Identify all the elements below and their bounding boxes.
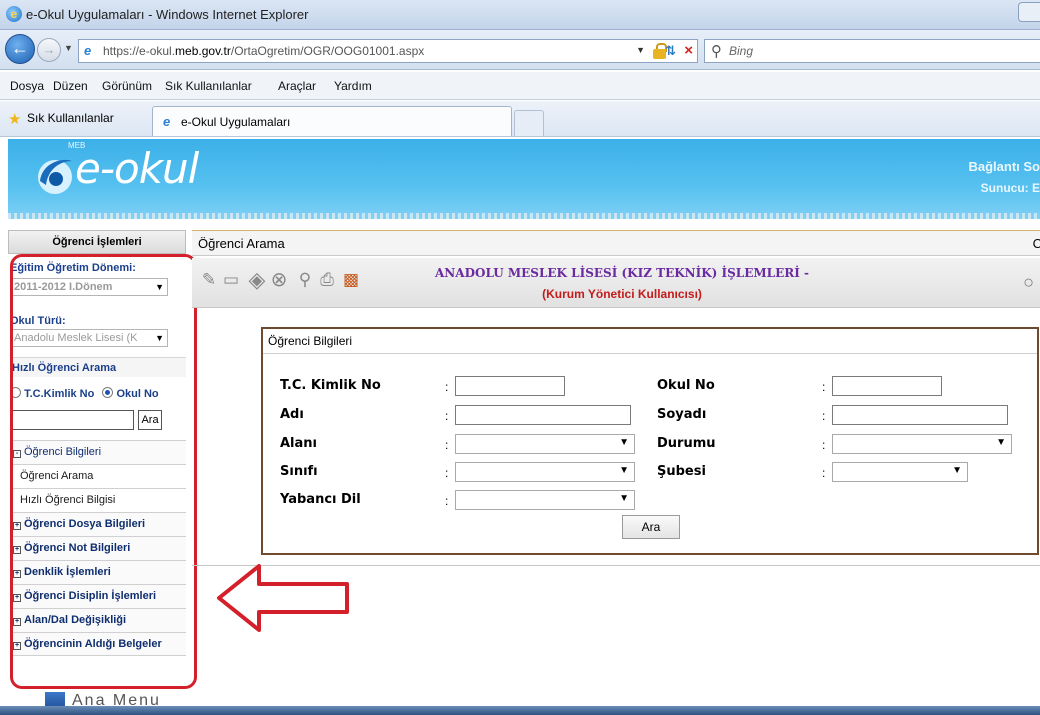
content-title-bar: Öğrenci Arama C	[192, 230, 1040, 256]
school-title: ANADOLU MESLEK LİSESİ (KIZ TEKNİK) İŞLEM…	[435, 266, 809, 280]
window-title: e-Okul Uygulamaları - Windows Internet E…	[26, 7, 309, 22]
server-status: Sunucu: E	[980, 181, 1040, 195]
stop-icon[interactable]: ×	[684, 42, 693, 59]
menu-item-dosya[interactable]: Dosya	[10, 79, 44, 93]
minimize-button[interactable]	[1018, 2, 1040, 22]
subesi-select[interactable]: ▼	[832, 462, 968, 482]
menu-bar: Dosya Düzen Görünüm Sık Kullanılanlar Ar…	[0, 72, 1040, 100]
history-dropdown-icon[interactable]: ▼	[64, 43, 73, 53]
sinifi-label: Sınıfı	[280, 464, 318, 479]
okul-no-label: Okul No	[657, 378, 715, 393]
url-text: https://e-okul.meb.gov.tr/OrtaOgretim/OG…	[103, 44, 425, 58]
annotation-red-box	[10, 254, 197, 689]
chevron-down-icon: ▼	[952, 465, 962, 476]
page-header: MEB e-okul Bağlantı So Sunucu: E	[8, 139, 1040, 219]
e-okul-logo-icon	[38, 159, 72, 194]
colon: :	[822, 409, 826, 423]
help-icon[interactable]: ○	[1023, 272, 1034, 293]
favorites-button[interactable]: Sık Kullanılanlar	[27, 111, 114, 125]
tc-label: T.C. Kimlik No	[280, 378, 381, 393]
search-button[interactable]: Ara	[622, 515, 680, 539]
subesi-label: Şubesi	[657, 464, 706, 479]
content-toolbar: ✎ ▭ ◈ ⊗ ⚲ ⎙ ▩ ANADOLU MESLEK LİSESİ (KIZ…	[192, 258, 1040, 308]
colon: :	[445, 380, 449, 394]
alani-label: Alanı	[280, 436, 318, 451]
menu-item-duzen[interactable]: Düzen	[53, 79, 88, 93]
menu-item-yardim[interactable]: Yardım	[334, 79, 372, 93]
refresh-icon[interactable]: ⇅	[665, 43, 676, 59]
page-title: Öğrenci Arama	[198, 236, 285, 251]
forward-button[interactable]: →	[37, 38, 61, 62]
okul-no-input[interactable]	[832, 376, 942, 396]
new-tab-button[interactable]	[514, 110, 544, 136]
menu-item-sik-kullanilanlar[interactable]: Sık Kullanılanlar	[165, 79, 252, 93]
colon: :	[445, 494, 449, 508]
tc-input[interactable]	[455, 376, 565, 396]
adi-input[interactable]	[455, 405, 631, 425]
form-legend: Öğrenci Bilgileri	[268, 334, 353, 348]
favorites-star-icon[interactable]: ★	[8, 110, 21, 128]
sidebar-header: Öğrenci İşlemleri	[8, 230, 186, 254]
connection-status: Bağlantı So	[968, 159, 1040, 174]
chevron-down-icon: ▼	[619, 493, 629, 504]
taskbar	[0, 706, 1040, 715]
yabanci-dil-label: Yabancı Dil	[280, 492, 361, 507]
colon: :	[822, 380, 826, 394]
search-placeholder: Bing	[729, 44, 754, 58]
form-divider	[263, 353, 1037, 354]
header-divider	[8, 213, 1040, 219]
url-input[interactable]: e https://e-okul.meb.gov.tr/OrtaOgretim/…	[78, 39, 698, 63]
menu-item-gorunum[interactable]: Görünüm	[102, 79, 152, 93]
sinifi-select[interactable]: ▼	[455, 462, 635, 482]
colon: :	[822, 466, 826, 480]
colon: :	[445, 409, 449, 423]
search-icon[interactable]: ⚲	[711, 42, 722, 60]
tab-e-okul[interactable]: e e-Okul Uygulamaları	[152, 106, 512, 136]
window-titlebar: e e-Okul Uygulamaları - Windows Internet…	[0, 0, 1040, 30]
chevron-down-icon: ▼	[619, 465, 629, 476]
user-role: (Kurum Yönetici Kullanıcısı)	[542, 287, 702, 301]
chevron-down-icon: ▼	[619, 437, 629, 448]
colon: :	[445, 466, 449, 480]
annotation-arrow-icon	[217, 564, 349, 632]
tab-label: e-Okul Uygulamaları	[181, 115, 291, 129]
adi-label: Adı	[280, 407, 304, 422]
logo-text: e-okul	[75, 144, 199, 193]
soyadi-input[interactable]	[832, 405, 1008, 425]
durumu-select[interactable]: ▼	[832, 434, 1012, 454]
favorites-bar: ★ Sık Kullanılanlar e e-Okul Uygulamalar…	[0, 101, 1040, 137]
colon: :	[445, 438, 449, 452]
search-input[interactable]: ⚲ Bing	[704, 39, 1040, 63]
lock-icon[interactable]	[653, 43, 667, 59]
content-title-right: C	[1032, 236, 1040, 251]
page-favicon-icon: e	[84, 43, 92, 58]
colon: :	[822, 438, 826, 452]
menu-item-araclar[interactable]: Araçlar	[278, 79, 316, 93]
chevron-down-icon: ▼	[996, 437, 1006, 448]
url-dropdown-icon[interactable]: ▼	[636, 45, 645, 55]
address-toolbar: ← → ▼ e https://e-okul.meb.gov.tr/OrtaOg…	[0, 30, 1040, 70]
back-button[interactable]: ←	[5, 34, 35, 64]
tab-favicon-icon: e	[163, 114, 171, 129]
yabanci-dil-select[interactable]: ▼	[455, 490, 635, 510]
alani-select[interactable]: ▼	[455, 434, 635, 454]
durumu-label: Durumu	[657, 436, 716, 451]
ie-logo-icon: e	[6, 6, 22, 22]
soyadi-label: Soyadı	[657, 407, 707, 422]
